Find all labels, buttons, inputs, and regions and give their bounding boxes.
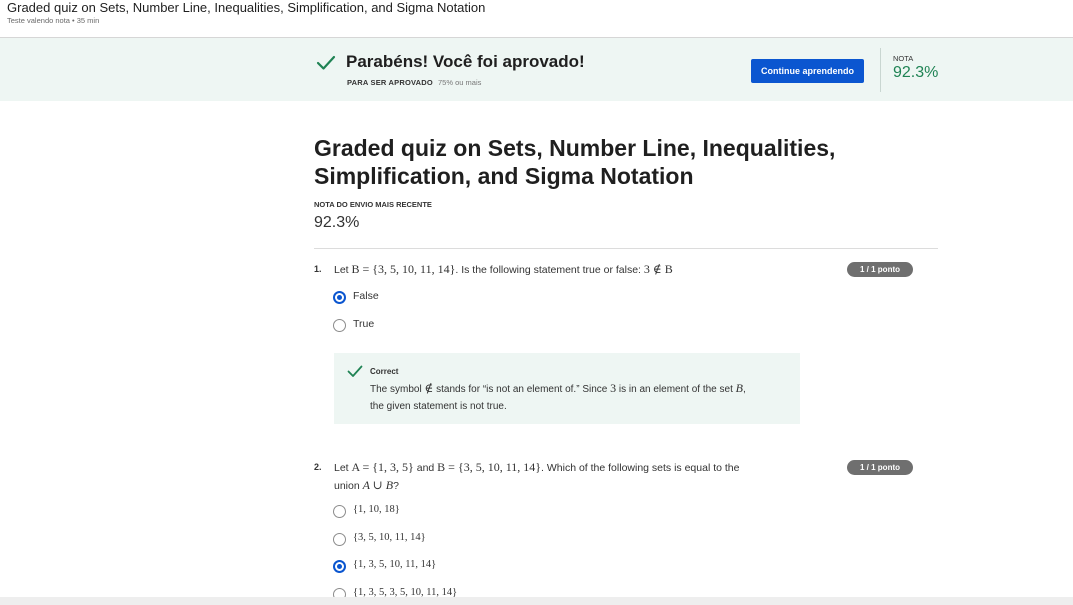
question-text-part: Let [334, 462, 352, 474]
option-label: {1, 3, 5, 10, 11, 14} [353, 559, 437, 570]
feedback-text-part: The symbol [370, 384, 425, 395]
points-badge: 1 / 1 ponto [847, 262, 913, 277]
pass-label: PARA SER APROVADO [347, 78, 433, 87]
option-label: {3, 5, 10, 11, 14} [353, 532, 426, 543]
page-title: Graded quiz on Sets, Number Line, Inequa… [314, 135, 836, 189]
question-text: Let A = {1, 3, 5} and B = {3, 5, 10, 11,… [334, 459, 834, 495]
feedback-text-part: the given statement is not true. [370, 401, 507, 412]
divider [314, 248, 938, 249]
math-expression: B = {3, 5, 10, 11, 14} [437, 460, 542, 474]
banner-title: Parabéns! Você foi aprovado! [346, 52, 585, 71]
question-text: Let B = {3, 5, 10, 11, 14}. Is the follo… [334, 261, 834, 279]
radio-selected[interactable] [333, 291, 346, 304]
grade-value: 92.3% [893, 64, 939, 81]
feedback-text-part: stands for “is not an element of.” Since [433, 384, 611, 395]
answer-option[interactable]: {3, 5, 10, 11, 14} [333, 532, 633, 548]
feedback-label: Correct [370, 367, 399, 376]
answer-option[interactable]: True [333, 318, 633, 334]
question-text-part: ? [393, 480, 399, 492]
radio-selected[interactable] [333, 560, 346, 573]
question-text-part: . Is the following statement true or fal… [455, 264, 644, 276]
feedback-text-part: , [742, 384, 746, 395]
feedback-text: The symbol ∉ stands for “is not an eleme… [370, 380, 795, 415]
option-label: False [353, 290, 379, 302]
math-expression: 3 ∉ B [643, 262, 673, 276]
recent-grade-value: 92.3% [314, 214, 360, 231]
feedback-box: Correct The symbol ∉ stands for “is not … [334, 353, 800, 424]
question-text-part: union [334, 480, 363, 492]
radio-unselected[interactable] [333, 319, 346, 332]
points-badge: 1 / 1 ponto [847, 460, 913, 475]
radio-unselected[interactable] [333, 505, 346, 518]
math-expression: A = {1, 3, 5} [351, 460, 414, 474]
question-number: 2. [314, 462, 322, 472]
answer-option[interactable]: {1, 10, 18} [333, 504, 633, 520]
header-title: Graded quiz on Sets, Number Line, Inequa… [7, 0, 486, 15]
question-number: 1. [314, 264, 322, 274]
pass-banner: Parabéns! Você foi aprovado! PARA SER AP… [0, 38, 1073, 101]
header-subtitle: Teste valendo nota • 35 min [7, 16, 100, 25]
divider [880, 48, 881, 92]
question-text-part: Let [334, 264, 352, 276]
grade-label: NOTA [893, 54, 914, 63]
top-header: Graded quiz on Sets, Number Line, Inequa… [0, 0, 1073, 38]
radio-unselected[interactable] [333, 533, 346, 546]
horizontal-scrollbar[interactable] [0, 597, 1073, 605]
question-text-part: and [413, 462, 438, 474]
math-expression: A ∪ B [362, 478, 394, 492]
answer-option[interactable]: {1, 3, 5, 10, 11, 14} [333, 559, 633, 575]
option-label: {1, 10, 18} [353, 504, 400, 515]
feedback-text-part: is in an element of the set [616, 384, 736, 395]
question-text-part: . Which of the following sets is equal t… [541, 462, 740, 474]
check-icon [347, 365, 363, 377]
math-expression: B = {3, 5, 10, 11, 14} [351, 262, 456, 276]
pass-value: 75% ou mais [438, 78, 482, 87]
continue-learning-button[interactable]: Continue aprendendo [751, 59, 864, 83]
answer-option[interactable]: False [333, 290, 633, 306]
recent-grade-label: NOTA DO ENVIO MAIS RECENTE [314, 200, 432, 209]
check-icon [316, 55, 336, 70]
pass-requirement: PARA SER APROVADO 75% ou mais [347, 78, 481, 87]
math-expression: B [735, 381, 743, 395]
option-label: True [353, 318, 375, 330]
